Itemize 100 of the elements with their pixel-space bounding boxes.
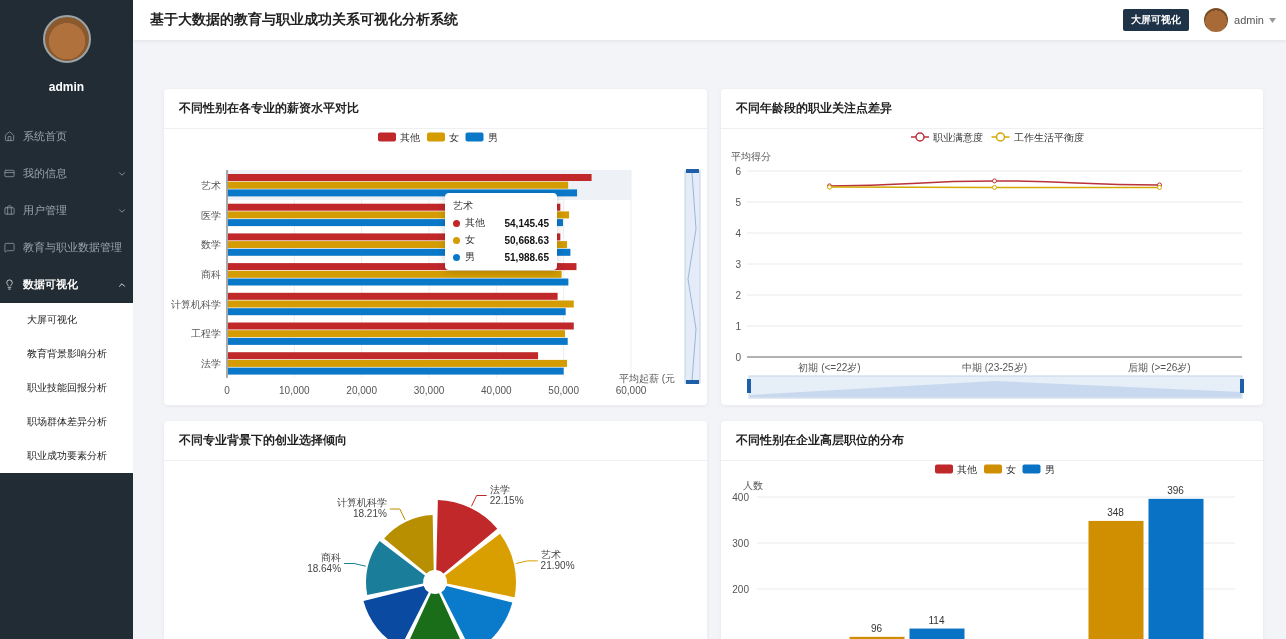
category-label: 法学: [201, 358, 221, 370]
slice-percent: 18.21%: [352, 508, 387, 519]
line-series[interactable]: [826, 184, 1162, 190]
category-label: 工程学: [191, 328, 221, 340]
category-label: 艺术: [201, 179, 221, 191]
axis-tick-label: 1: [734, 320, 741, 332]
legend-label: 其他: [956, 464, 977, 475]
axis-tick-label: 300: [731, 537, 749, 549]
slice-percent: 21.90%: [540, 559, 575, 571]
card-title: 不同性别在各专业的薪资水平对比: [179, 101, 359, 116]
legend-label: 职业满意度: [932, 132, 983, 143]
axis-tick-label: 40,000: [481, 385, 512, 396]
submenu-item[interactable]: 职业成功要素分析: [0, 439, 133, 473]
rose-slice[interactable]: [445, 533, 516, 598]
category-label: 数学: [201, 239, 221, 251]
legend-label: 其他: [400, 132, 420, 143]
menu-item[interactable]: 教育与职业数据管理: [0, 229, 133, 266]
axis-tick-label: 0: [734, 351, 741, 363]
leader-line: [343, 563, 367, 567]
series-dot: [453, 219, 460, 227]
legend-label: 男: [1044, 464, 1054, 475]
legend-label: 工作生活平衡度: [1013, 132, 1083, 143]
axis-tick-label: 10,000: [279, 385, 310, 396]
category-label: 医学: [201, 209, 221, 221]
leader-line: [470, 495, 488, 507]
legend-item[interactable]: 其他: [378, 132, 420, 143]
slice-percent: 22.15%: [489, 494, 524, 506]
slice-label: 艺术: [540, 548, 561, 560]
screen-button[interactable]: 大屏可视化: [1123, 9, 1190, 31]
card-title: 不同专业背景下的创业选择倾向: [179, 433, 347, 448]
submenu-item[interactable]: 大屏可视化: [0, 303, 133, 337]
menu-item[interactable]: 用户管理: [0, 192, 133, 229]
series-name: 女: [465, 233, 476, 247]
axis-tick-label: 60,000: [615, 385, 647, 396]
menu-icon: [4, 242, 15, 253]
axis-tick-label: 200: [731, 583, 749, 595]
series-dot: [453, 253, 460, 261]
legend-label: 男: [487, 132, 498, 143]
user-name[interactable]: admin: [1234, 14, 1264, 26]
legend-item[interactable]: 工作生活平衡度: [990, 132, 1083, 143]
app-title: 基于大数据的教育与职业成功关系可视化分析系统: [150, 11, 459, 29]
leader-line: [389, 508, 406, 521]
slice-percent: 18.64%: [307, 562, 342, 574]
slice-label: 计算机科学: [336, 497, 387, 508]
category-label: 商科: [201, 268, 221, 280]
legend-item[interactable]: 其他: [934, 464, 977, 475]
axis-tick-label: 4: [734, 227, 741, 239]
axis-tick-label: 20,000: [346, 385, 377, 396]
category-label: 后期 (>=26岁): [1127, 362, 1191, 373]
line-series[interactable]: [826, 178, 1162, 189]
menu-icon: [4, 205, 15, 216]
submenu-item[interactable]: 教育背景影响分析: [0, 337, 133, 371]
zoom-slider[interactable]: [684, 169, 701, 384]
series-dot: [453, 236, 460, 244]
tooltip-title: 艺术: [453, 199, 474, 213]
value-label: 348: [1106, 506, 1124, 518]
legend-label: 女: [1005, 464, 1016, 475]
axis-title: 人数: [742, 480, 763, 491]
menu-item[interactable]: 我的信息: [0, 155, 133, 192]
axis-tick-label: 3: [734, 258, 741, 270]
axis-title: 平均得分: [730, 151, 771, 162]
axis-title: 平均起薪 (元: [619, 373, 676, 384]
avatar: [42, 15, 91, 63]
rose-slice[interactable]: [366, 540, 425, 595]
value-label: 114: [928, 614, 944, 626]
series-value: 54,145.45: [504, 217, 549, 229]
value-label: 96: [870, 622, 882, 634]
axis-tick-label: 5: [734, 196, 741, 208]
series-name: 其他: [465, 216, 486, 230]
series-value: 50,668.63: [504, 234, 549, 246]
series-name: 男: [465, 250, 476, 264]
zoom-slider[interactable]: [746, 375, 1244, 399]
leader-line: [515, 560, 539, 565]
menu-item[interactable]: 系统首页: [0, 118, 133, 155]
axis-tick-label: 6: [734, 165, 741, 177]
avatar[interactable]: [1204, 8, 1229, 32]
value-label: 396: [1166, 484, 1184, 496]
axis-tick-label: 400: [731, 491, 749, 503]
series-value: 51,988.65: [504, 251, 549, 263]
menu-icon: [4, 279, 15, 290]
axis-tick-label: 0: [224, 385, 230, 396]
legend-label: 女: [449, 132, 459, 143]
axis-tick-label: 30,000: [413, 385, 445, 396]
user-name: admin: [48, 80, 85, 94]
caret-icon[interactable]: [1269, 17, 1276, 23]
submenu-item[interactable]: 职业技能回报分析: [0, 371, 133, 405]
submenu-item[interactable]: 职场群体差异分析: [0, 405, 133, 439]
menu-item[interactable]: 数据可视化: [0, 266, 133, 303]
axis-tick-label: 50,000: [548, 385, 579, 396]
slice-label: 法学: [489, 483, 510, 495]
category-label: 计算机科学: [171, 298, 221, 310]
menu-icon: [4, 168, 15, 179]
axis-tick-label: 2: [734, 289, 741, 301]
category-label: 中期 (23-25岁): [961, 362, 1027, 373]
legend-item[interactable]: 职业满意度: [909, 132, 983, 143]
menu-icon: [4, 131, 15, 142]
rose-slice[interactable]: [384, 515, 434, 574]
category-label: 初期 (<=22岁): [797, 362, 861, 373]
card-title: 不同年龄段的职业关注点差异: [735, 101, 892, 116]
slice-label: 商科: [321, 551, 342, 563]
